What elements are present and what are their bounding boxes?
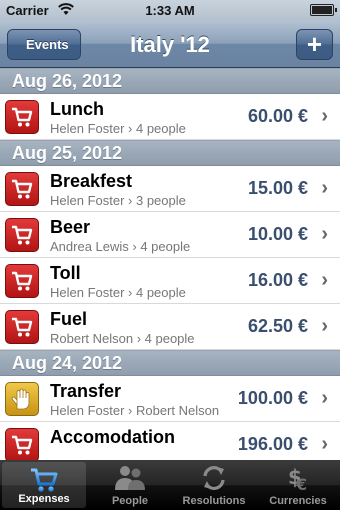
cart-icon — [5, 264, 39, 298]
chevron-right-icon: › — [321, 223, 328, 245]
list-item[interactable]: Breakfest Helen Foster › 3 people 15.00 … — [0, 166, 340, 212]
list-item[interactable]: Accomodation 196.00 € › — [0, 422, 340, 460]
section-header: Aug 24, 2012 — [0, 350, 340, 376]
tab-label: Resolutions — [182, 495, 246, 507]
tab-people[interactable]: People — [88, 460, 172, 510]
expense-amount: 196.00 € — [237, 434, 308, 454]
list-item[interactable]: Lunch Helen Foster › 4 people 60.00 € › — [0, 94, 340, 140]
section-header: Aug 25, 2012 — [0, 140, 340, 166]
tab-expenses[interactable]: Expenses — [2, 462, 86, 508]
svg-text:€: € — [295, 475, 307, 492]
chevron-right-icon: › — [321, 315, 328, 337]
expense-subtitle: Helen Foster › Robert Nelson — [50, 403, 220, 418]
expense-list[interactable]: Aug 26, 2012 Lunch Helen Foster › 4 peop… — [0, 68, 340, 460]
tab-label: Currencies — [269, 495, 327, 507]
list-item[interactable]: Fuel Robert Nelson › 4 people 62.50 € › — [0, 304, 340, 350]
cart-icon — [5, 172, 39, 206]
chevron-right-icon: › — [321, 105, 328, 127]
tab-currencies[interactable]: $ € Currencies — [256, 460, 340, 510]
expense-amount: 16.00 € — [247, 270, 308, 290]
expense-amount: 15.00 € — [247, 178, 308, 198]
list-item[interactable]: Toll Helen Foster › 4 people 16.00 € › — [0, 258, 340, 304]
expense-subtitle: Robert Nelson › 4 people — [50, 331, 195, 346]
page-title: Italy '12 — [130, 32, 210, 57]
expense-amount: 60.00 € — [247, 106, 308, 126]
battery-icon — [310, 4, 337, 16]
expense-title: Transfer — [50, 381, 122, 401]
expense-title: Lunch — [50, 99, 104, 119]
cart-icon — [5, 100, 39, 134]
cart-icon — [2, 466, 86, 494]
expense-title: Toll — [50, 263, 81, 283]
chevron-right-icon: › — [321, 433, 328, 455]
expense-subtitle: Helen Foster › 4 people — [50, 121, 186, 136]
tab-resolutions[interactable]: Resolutions — [172, 460, 256, 510]
clock: 1:33 AM — [145, 3, 195, 18]
expense-subtitle: Helen Foster › 3 people — [50, 193, 186, 208]
currency-icon: $ € — [256, 464, 340, 492]
expense-amount: 62.50 € — [247, 316, 308, 336]
expense-title: Accomodation — [50, 427, 176, 447]
cart-icon — [5, 428, 39, 460]
tab-label: People — [111, 495, 149, 507]
status-bar: Carrier 1:33 AM — [0, 0, 340, 20]
section-header: Aug 26, 2012 — [0, 68, 340, 94]
expense-subtitle: Andrea Lewis › 4 people — [50, 239, 191, 254]
tab-label: Expenses — [18, 493, 70, 505]
arrows-icon — [172, 464, 256, 492]
hand-icon — [5, 382, 39, 416]
people-icon — [88, 464, 172, 492]
chevron-right-icon: › — [321, 177, 328, 199]
list-item[interactable]: Beer Andrea Lewis › 4 people 10.00 € › — [0, 212, 340, 258]
navigation-bar: Events Italy '12 + — [0, 20, 340, 68]
expense-subtitle: Helen Foster › 4 people — [50, 285, 186, 300]
add-expense-button[interactable]: + — [296, 29, 333, 60]
expense-title: Breakfest — [50, 171, 133, 191]
expense-title: Fuel — [50, 309, 88, 329]
list-item[interactable]: Transfer Helen Foster › Robert Nelson 10… — [0, 376, 340, 422]
chevron-right-icon: › — [321, 387, 328, 409]
expense-amount: 10.00 € — [247, 224, 308, 244]
expense-title: Beer — [50, 217, 91, 237]
cart-icon — [5, 218, 39, 252]
chevron-right-icon: › — [321, 269, 328, 291]
cart-icon — [5, 310, 39, 344]
expense-amount: 100.00 € — [237, 388, 308, 408]
tab-bar: Expenses People Resolutions $ € Currencie… — [0, 460, 340, 510]
